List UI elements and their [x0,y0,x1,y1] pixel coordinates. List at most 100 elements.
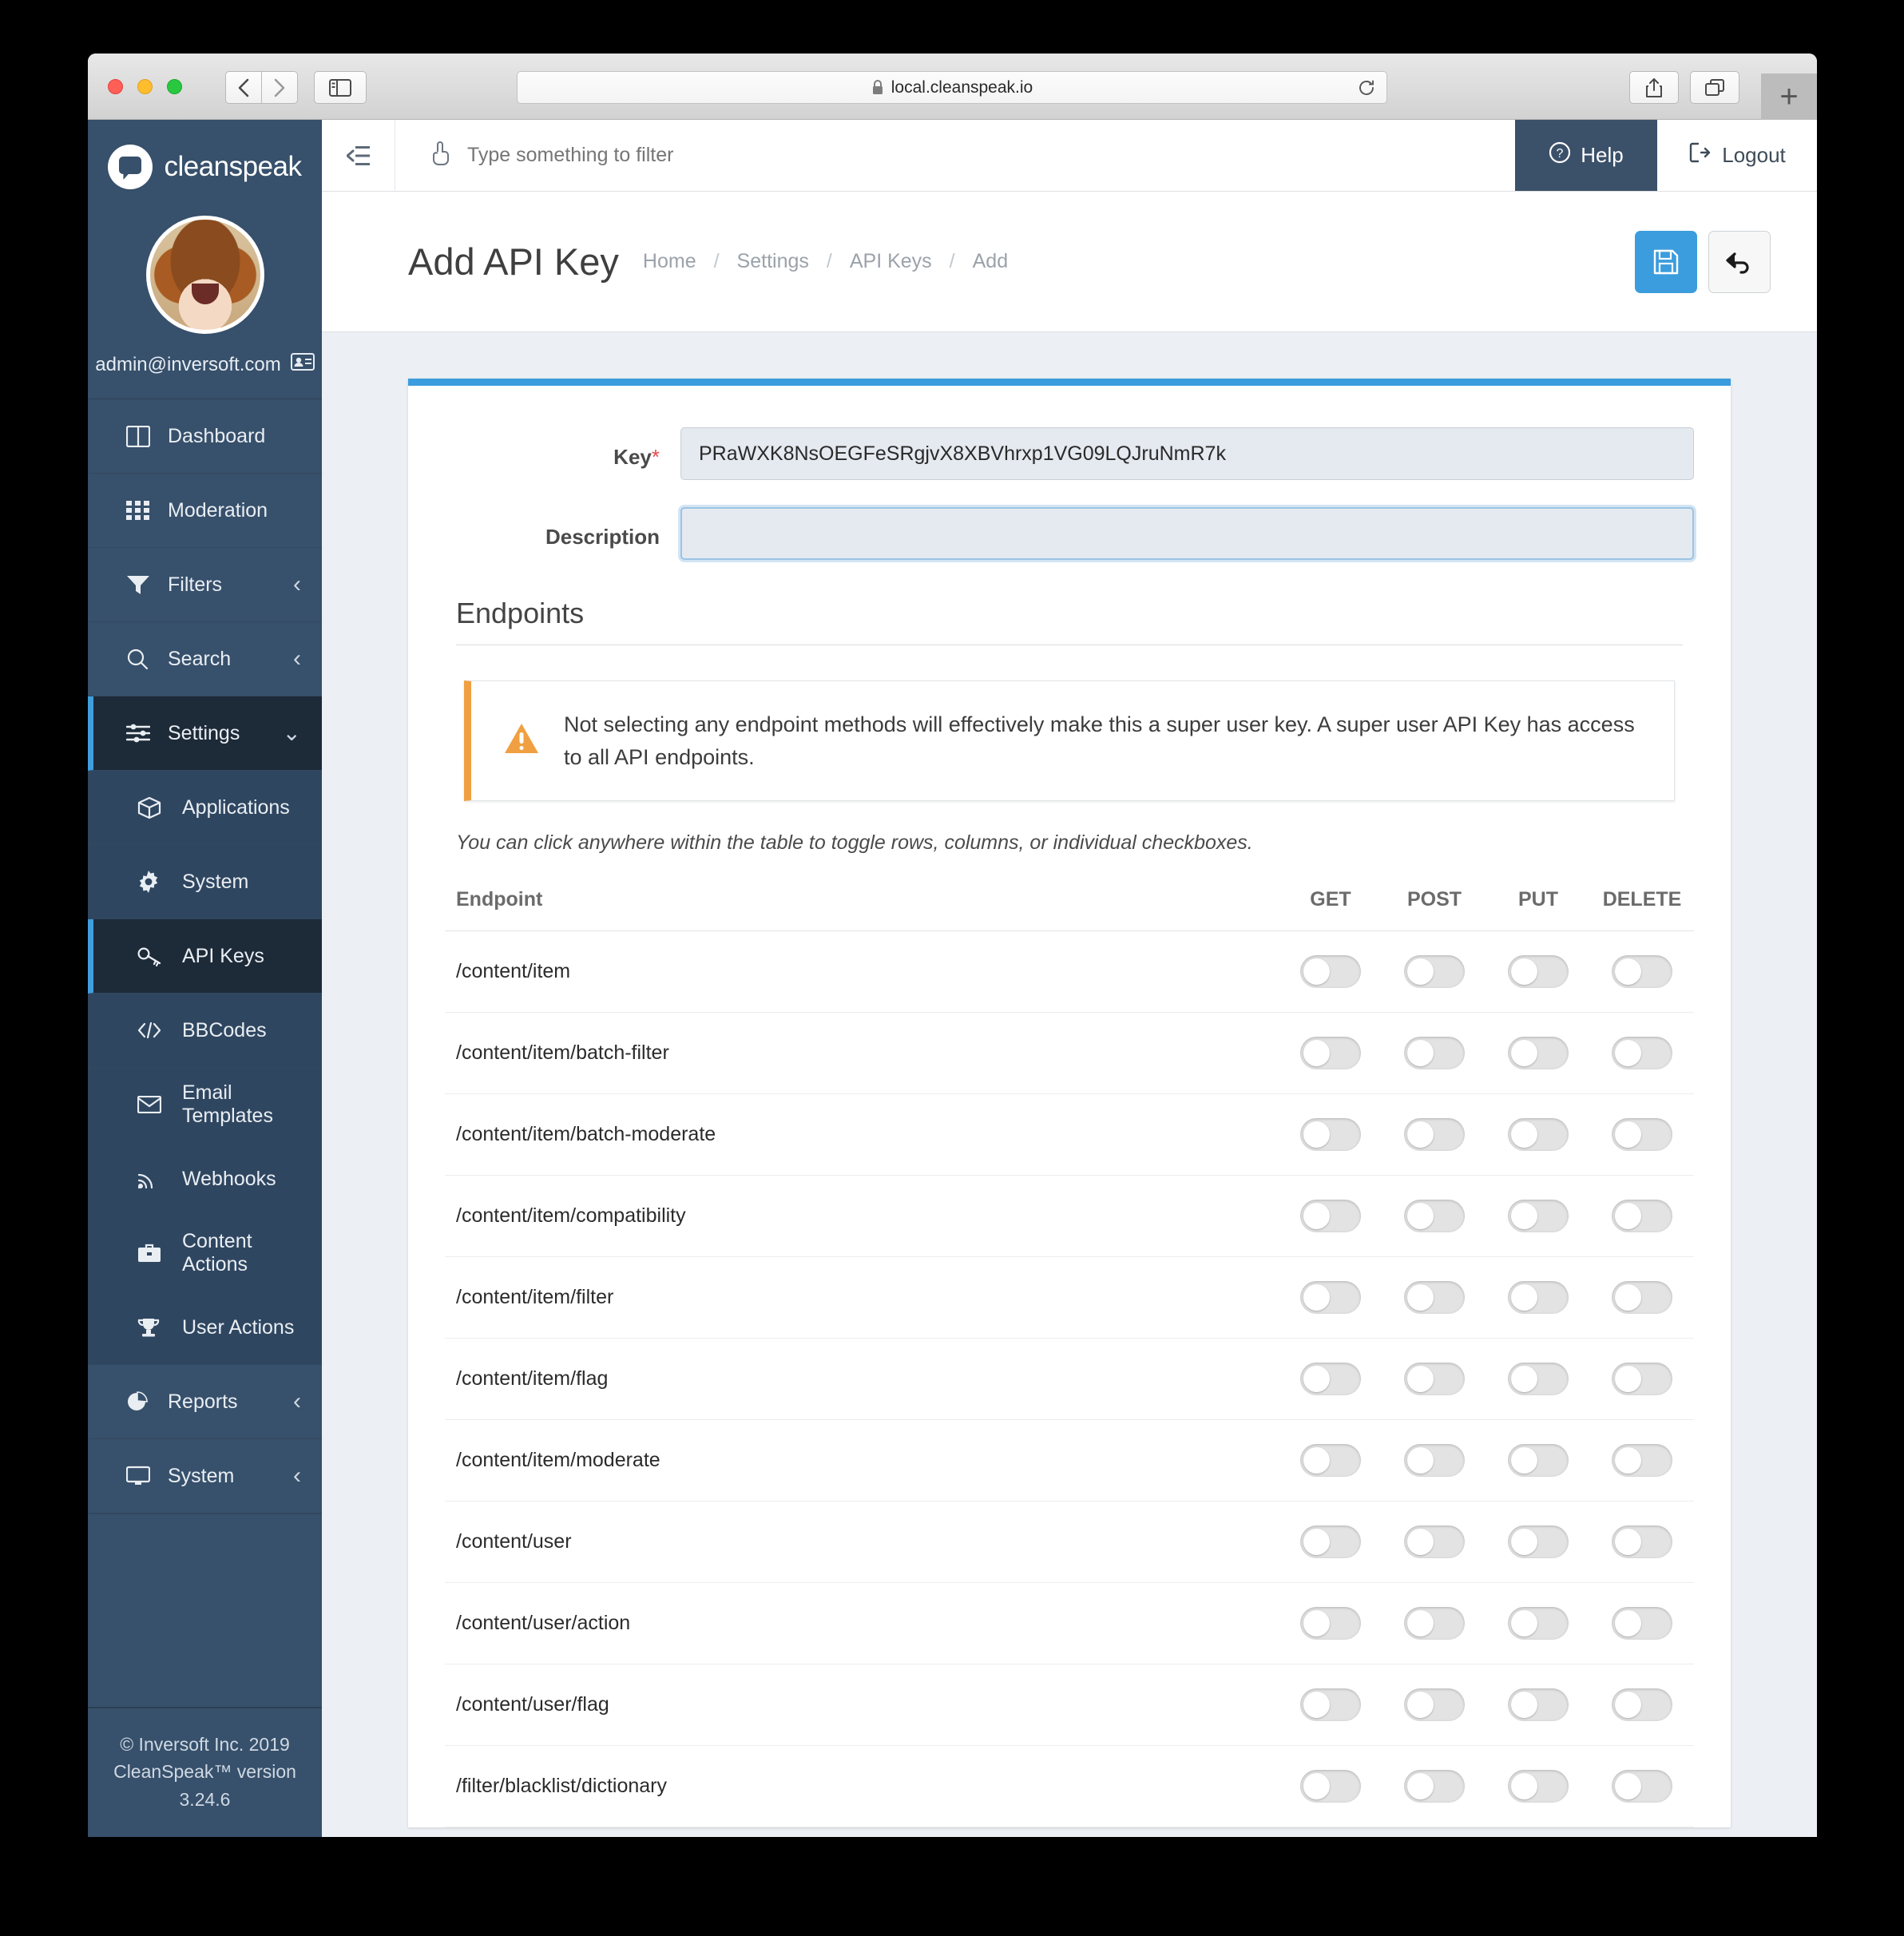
toggle-put[interactable] [1508,1607,1569,1640]
toggle-get[interactable] [1300,1200,1361,1232]
cell-delete[interactable] [1590,1175,1694,1257]
toggle-delete[interactable] [1612,1363,1672,1395]
cell-get[interactable] [1279,1745,1382,1827]
logout-button[interactable]: Logout [1657,120,1817,191]
table-row[interactable]: /content/user/action [445,1582,1694,1664]
cell-get[interactable] [1279,1419,1382,1502]
breadcrumb-item-settings[interactable]: Settings [737,250,809,273]
table-row[interactable]: /content/item/flag [445,1338,1694,1420]
cell-put[interactable] [1486,1256,1590,1339]
address-bar[interactable]: local.cleanspeak.io [517,71,1387,104]
cell-put[interactable] [1486,1419,1590,1502]
cell-post[interactable] [1382,1338,1486,1420]
browser-forward-button[interactable] [261,71,298,104]
cell-get[interactable] [1279,1664,1382,1746]
cell-put[interactable] [1486,1175,1590,1257]
column-header-get[interactable]: GET [1279,877,1382,931]
sidebar-item-moderation[interactable]: Moderation [88,474,322,548]
cell-post[interactable] [1382,1175,1486,1257]
cell-post[interactable] [1382,1012,1486,1094]
toggle-get[interactable] [1300,1770,1361,1803]
toggle-post[interactable] [1404,1444,1465,1477]
toggle-get[interactable] [1300,1281,1361,1314]
cell-delete[interactable] [1590,1419,1694,1502]
cell-delete[interactable] [1590,1501,1694,1583]
cell-put[interactable] [1486,1093,1590,1176]
cell-get[interactable] [1279,1012,1382,1094]
cell-delete[interactable] [1590,1664,1694,1746]
toggle-delete[interactable] [1612,1444,1672,1477]
toggle-post[interactable] [1404,1037,1465,1069]
toggle-post[interactable] [1404,1688,1465,1721]
collapse-menu-button[interactable] [322,120,395,191]
toggle-delete[interactable] [1612,1281,1672,1314]
table-row[interactable]: /content/user [445,1501,1694,1583]
sidebar-item-applications[interactable]: Applications [88,771,322,845]
toggle-delete[interactable] [1612,1200,1672,1232]
cell-put[interactable] [1486,1582,1590,1664]
sidebar-item-search[interactable]: Search [88,622,322,696]
cell-put[interactable] [1486,1745,1590,1827]
cell-post[interactable] [1382,930,1486,1013]
toggle-post[interactable] [1404,1770,1465,1803]
cell-post[interactable] [1382,1664,1486,1746]
brand-logo[interactable]: cleanspeak [88,120,322,198]
cell-post[interactable] [1382,1093,1486,1176]
toggle-put[interactable] [1508,1525,1569,1558]
toggle-delete[interactable] [1612,1770,1672,1803]
cell-get[interactable] [1279,1501,1382,1583]
sidebar-item-dashboard[interactable]: Dashboard [88,399,322,474]
cell-put[interactable] [1486,930,1590,1013]
toggle-get[interactable] [1300,1363,1361,1395]
sidebar-item-system[interactable]: System [88,1439,322,1513]
toggle-delete[interactable] [1612,1037,1672,1069]
cell-delete[interactable] [1590,1093,1694,1176]
search-input[interactable] [467,144,1515,167]
toggle-delete[interactable] [1612,1525,1672,1558]
toggle-post[interactable] [1404,1363,1465,1395]
filter-bar[interactable] [395,120,1515,191]
cell-post[interactable] [1382,1419,1486,1502]
toggle-put[interactable] [1508,1770,1569,1803]
toggle-put[interactable] [1508,1037,1569,1069]
sidebar-item-webhooks[interactable]: Webhooks [88,1142,322,1216]
table-row[interactable]: /content/user/flag [445,1664,1694,1746]
toggle-put[interactable] [1508,1281,1569,1314]
cell-get[interactable] [1279,930,1382,1013]
cell-delete[interactable] [1590,1012,1694,1094]
window-maximize-button[interactable] [167,79,182,94]
sidebar-item-user-actions[interactable]: User Actions [88,1291,322,1365]
cell-put[interactable] [1486,1338,1590,1420]
sidebar-item-system[interactable]: System [88,845,322,919]
cell-put[interactable] [1486,1664,1590,1746]
toggle-put[interactable] [1508,1200,1569,1232]
toggle-get[interactable] [1300,1688,1361,1721]
table-row[interactable]: /content/item/moderate [445,1419,1694,1502]
cell-delete[interactable] [1590,1338,1694,1420]
column-header-post[interactable]: POST [1382,877,1486,931]
table-row[interactable]: /content/item/batch-moderate [445,1093,1694,1176]
window-minimize-button[interactable] [137,79,153,94]
toggle-delete[interactable] [1612,1607,1672,1640]
toggle-post[interactable] [1404,1525,1465,1558]
table-row[interactable]: /content/item [445,930,1694,1013]
cell-get[interactable] [1279,1093,1382,1176]
reload-icon[interactable] [1358,79,1375,97]
cell-put[interactable] [1486,1501,1590,1583]
toggle-post[interactable] [1404,1118,1465,1151]
key-input[interactable] [680,427,1694,480]
toggle-get[interactable] [1300,1118,1361,1151]
toggle-get[interactable] [1300,1444,1361,1477]
sidebar-item-bbcodes[interactable]: BBCodes [88,994,322,1068]
sidebar-item-email-templates[interactable]: Email Templates [88,1068,322,1142]
new-tab-button[interactable]: + [1761,73,1817,120]
toggle-delete[interactable] [1612,955,1672,988]
table-row[interactable]: /content/item/filter [445,1256,1694,1339]
toggle-get[interactable] [1300,955,1361,988]
sidebar-item-settings[interactable]: Settings [88,696,322,771]
cell-delete[interactable] [1590,1582,1694,1664]
sidebar-item-api-keys[interactable]: API Keys [88,919,322,994]
sidebar-item-content-actions[interactable]: Content Actions [88,1216,322,1291]
breadcrumb-item-api-keys[interactable]: API Keys [850,250,932,273]
user-email[interactable]: admin@inversoft.com [95,353,315,376]
